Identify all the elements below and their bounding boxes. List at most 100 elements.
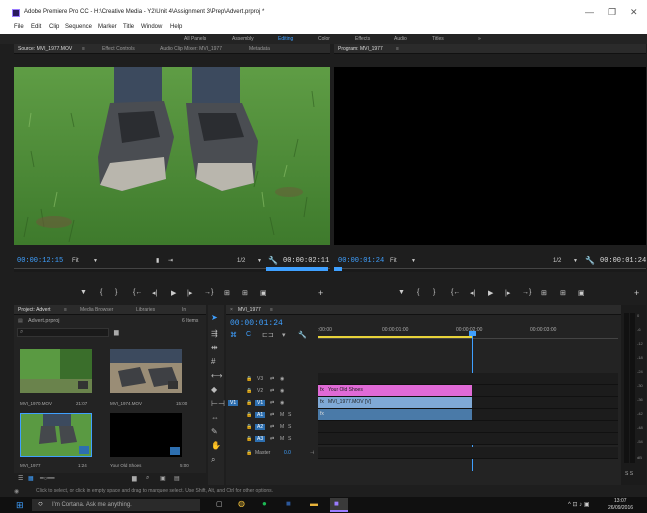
source-resolution-select[interactable]: 1/2 (237, 258, 245, 264)
tab-metadata[interactable]: Metadata (249, 46, 270, 52)
clock-date[interactable]: 26/09/2016 (608, 505, 633, 511)
program-tab-menu-icon[interactable]: ≡ (396, 46, 399, 52)
source-overwrite-icon[interactable]: ⊞ (242, 289, 248, 297)
eye-icon[interactable]: ◉ (280, 376, 284, 382)
program-mark-out-icon[interactable]: } (433, 289, 435, 296)
work-area-bar[interactable] (318, 336, 472, 338)
zoom-tool-icon[interactable]: ⌕ (211, 455, 215, 465)
menu-title[interactable]: Title (123, 24, 134, 30)
project-item-thumb[interactable] (110, 413, 182, 457)
workspace-color[interactable]: Color (318, 36, 330, 42)
premiere-taskbar-button[interactable]: ■ (330, 498, 348, 512)
track-lane-v3[interactable] (318, 373, 618, 385)
program-step-back-icon[interactable]: ◂| (470, 289, 475, 297)
sync-lock-icon[interactable]: ⇄ (270, 436, 274, 442)
workspace-effects[interactable]: Effects (355, 36, 370, 42)
cortana-search-box[interactable]: ○ I'm Cortana. Ask me anything. (32, 499, 200, 511)
maximize-button[interactable]: ❐ (608, 7, 616, 18)
timeline-close-icon[interactable]: × (230, 307, 233, 313)
zoom-slider-icon[interactable]: ━○━━ (40, 475, 54, 482)
lock-icon[interactable]: 🔒 (246, 376, 252, 382)
source-step-forward-icon[interactable]: |▸ (187, 289, 192, 297)
workspace-more-icon[interactable]: » (478, 36, 481, 42)
mute-icon[interactable]: M (280, 412, 284, 418)
solo-icon[interactable]: S (288, 412, 291, 418)
menu-sequence[interactable]: Sequence (65, 24, 92, 30)
program-step-forward-icon[interactable]: |▸ (505, 289, 510, 297)
add-marker-icon[interactable]: ▾ (282, 331, 286, 339)
source-insert-icon[interactable]: ⊞ (224, 289, 230, 297)
workspace-editing[interactable]: Editing (278, 36, 293, 42)
workspace-titles[interactable]: Titles (432, 36, 444, 42)
program-play-icon[interactable]: ▶ (488, 289, 493, 297)
program-add-button-icon[interactable]: + (634, 288, 639, 298)
project-search-input[interactable]: ⌕ (17, 328, 109, 337)
slip-tool-icon[interactable]: ⊢⊣ (211, 399, 225, 408)
program-fit-chevron-icon[interactable]: ▼ (411, 258, 416, 264)
project-item-thumb[interactable] (20, 349, 92, 393)
workspace-assembly[interactable]: Assembly (232, 36, 254, 42)
file-explorer-icon[interactable]: ▬ (310, 499, 318, 508)
menu-window[interactable]: Window (141, 24, 162, 30)
program-wrench-icon[interactable]: 🔧 (585, 256, 595, 265)
mute-icon[interactable]: M (280, 424, 284, 430)
project-tab-menu-icon[interactable]: ≡ (64, 307, 67, 313)
workspace-audio[interactable]: Audio (394, 36, 407, 42)
program-resolution-chevron-icon[interactable]: ▼ (573, 258, 578, 264)
source-timecode[interactable]: 00:00:12:15 (17, 257, 63, 265)
program-tab[interactable]: Program: MVI_1977 (338, 46, 383, 52)
task-view-icon[interactable]: ▢ (216, 500, 223, 508)
source-add-marker-icon[interactable]: ▼ (80, 289, 87, 296)
source-resolution-chevron-icon[interactable]: ▼ (257, 258, 262, 264)
source-zoom-bar[interactable] (266, 267, 328, 271)
close-button[interactable]: ✕ (630, 7, 638, 18)
timeline-ruler[interactable]: :00:00 00:00:01:00 00:00:02:00 00:00:03:… (318, 319, 618, 339)
program-video-frame[interactable] (334, 67, 646, 245)
hand-tool-icon[interactable]: ✋ (211, 441, 221, 450)
track-lane-master[interactable] (318, 447, 618, 459)
icon-view-icon[interactable]: ▦ (28, 475, 34, 482)
program-export-frame-icon[interactable]: ▣ (578, 289, 585, 297)
razor-tool-icon[interactable]: ◆ (211, 385, 217, 394)
solo-icon[interactable]: S (288, 436, 291, 442)
bin-icon[interactable]: ▆ (114, 329, 119, 336)
source-play-icon[interactable]: ▶ (171, 289, 176, 297)
solo-icon[interactable]: S (288, 424, 291, 430)
source-fit-chevron-icon[interactable]: ▼ (93, 258, 98, 264)
program-timecode[interactable]: 00:00:01:24 (338, 257, 384, 265)
clear-icon[interactable]: ▤ (174, 475, 180, 482)
nest-icon[interactable]: ⌘ (230, 331, 237, 339)
track-name[interactable]: V1 (255, 400, 266, 406)
playhead-handle[interactable] (469, 331, 476, 336)
rate-stretch-tool-icon[interactable]: ⟷ (211, 371, 222, 380)
lock-icon[interactable]: 🔒 (246, 412, 252, 418)
sync-lock-icon[interactable]: ⇄ (270, 400, 274, 406)
sync-lock-icon[interactable]: ⇄ (270, 412, 274, 418)
program-go-to-out-icon[interactable]: →} (522, 289, 531, 296)
program-time-ruler[interactable] (334, 268, 646, 272)
menu-clip[interactable]: Clip (49, 24, 59, 30)
new-item-icon[interactable]: ▣ (160, 475, 166, 482)
source-patch-v1[interactable]: V1 (228, 400, 239, 406)
timeline-tab-menu-icon[interactable]: ≡ (270, 307, 273, 313)
windows-start-icon[interactable]: ⊞ (16, 500, 24, 511)
menu-marker[interactable]: Marker (98, 24, 117, 30)
source-tab-menu-icon[interactable]: ≡ (82, 46, 85, 52)
master-volume[interactable]: 0.0 (284, 450, 291, 456)
menu-file[interactable]: File (14, 24, 24, 30)
program-lift-icon[interactable]: ⊞ (541, 289, 547, 297)
timeline-timecode[interactable]: 00:00:01:24 (230, 319, 283, 328)
list-view-icon[interactable]: ☰ (18, 475, 23, 482)
lock-icon[interactable]: 🔒 (246, 450, 252, 456)
source-wrench-icon[interactable]: 🔧 (268, 256, 278, 265)
clip-mvi-1977-video[interactable]: fx MVI_1977.MOV [V] (318, 397, 472, 408)
source-drag-icon[interactable]: ⇥ (168, 257, 173, 264)
pen-tool-icon[interactable]: ✎ (211, 427, 218, 436)
selection-tool-icon[interactable]: ➤ (211, 313, 218, 322)
program-go-to-in-icon[interactable]: {← (451, 289, 460, 296)
tab-info[interactable]: In (182, 307, 186, 313)
source-tab[interactable]: Source: MVI_1977.MOV (18, 46, 72, 52)
source-go-to-in-icon[interactable]: {← (133, 289, 142, 296)
program-resolution-select[interactable]: 1/2 (553, 258, 561, 264)
source-mark-in-icon[interactable]: { (100, 289, 102, 296)
